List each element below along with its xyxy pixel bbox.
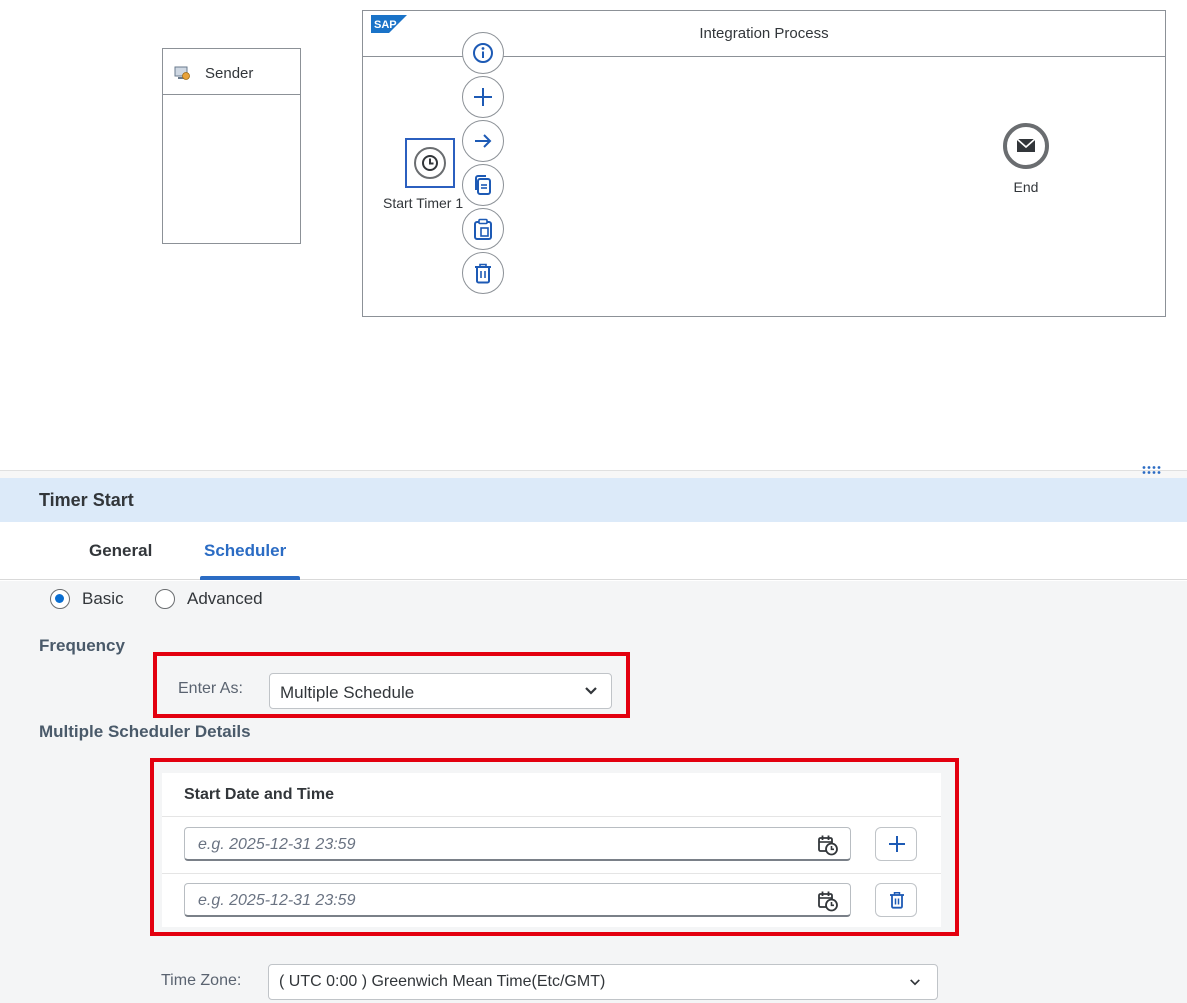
end-event[interactable] [1003, 123, 1049, 169]
connect-button[interactable] [462, 120, 504, 162]
start-timer-event[interactable] [405, 138, 455, 188]
date-placeholder: e.g. 2025-12-31 23:59 [198, 836, 356, 853]
paste-button[interactable] [462, 208, 504, 250]
frequency-heading: Frequency [39, 636, 125, 655]
enter-as-label: Enter As: [178, 680, 243, 697]
property-panel-header: Timer Start [0, 478, 1187, 522]
enter-as-value: Multiple Schedule [280, 683, 415, 702]
info-icon [473, 43, 493, 63]
tab-bar: General Scheduler [0, 522, 1187, 580]
panel-title: Timer Start [39, 490, 134, 510]
add-flow-step-button[interactable] [462, 76, 504, 118]
radio-advanced-label[interactable]: Advanced [187, 589, 263, 609]
calendar-clock-icon[interactable] [817, 834, 839, 856]
start-date-input-1[interactable]: e.g. 2025-12-31 23:59 [184, 827, 851, 861]
end-event-label: End [1013, 179, 1039, 195]
delete-button[interactable] [462, 252, 504, 294]
delete-icon [475, 263, 491, 284]
radio-advanced[interactable] [155, 589, 175, 609]
row-divider [162, 873, 941, 874]
schedule-table: Start Date and Time e.g. 2025-12-31 23:5… [162, 773, 941, 927]
timer-event-circle [414, 147, 446, 179]
sender-header: Sender [163, 49, 300, 95]
resize-grip-icon[interactable] [1141, 465, 1163, 475]
chevron-down-icon [585, 687, 597, 695]
tab-general[interactable]: General [89, 541, 152, 561]
arrow-right-icon [475, 134, 492, 148]
calendar-clock-icon[interactable] [817, 890, 839, 912]
active-tab-indicator [200, 576, 300, 580]
clock-icon [422, 155, 438, 171]
start-timer-label: Start Timer 1 [383, 195, 464, 211]
info-button[interactable] [462, 32, 504, 74]
table-header: Start Date and Time [162, 773, 941, 817]
integration-canvas[interactable]: Sender SAP Integration Process Start Tim… [0, 0, 1187, 470]
system-icon [174, 66, 190, 80]
time-zone-label: Time Zone: [161, 972, 242, 989]
tab-scheduler[interactable]: Scheduler [204, 541, 286, 561]
add-row-button[interactable] [875, 827, 917, 861]
enter-as-select[interactable]: Multiple Schedule [269, 673, 612, 709]
chevron-down-icon [910, 979, 920, 986]
sender-participant[interactable]: Sender [162, 48, 301, 244]
add-icon [889, 836, 905, 852]
date-placeholder: e.g. 2025-12-31 23:59 [198, 892, 356, 909]
delete-icon [890, 892, 904, 909]
column-start-date-time: Start Date and Time [184, 786, 334, 803]
copy-button[interactable] [462, 164, 504, 206]
panel-splitter[interactable] [0, 470, 1187, 478]
radio-basic-label[interactable]: Basic [82, 589, 124, 609]
time-zone-value: ( UTC 0:00 ) Greenwich Mean Time(Etc/GMT… [279, 973, 606, 990]
delete-row-button[interactable] [875, 883, 917, 917]
radio-basic[interactable] [50, 589, 70, 609]
add-icon [474, 88, 492, 106]
sender-label: Sender [205, 65, 254, 82]
paste-icon [474, 218, 492, 240]
envelope-icon [1016, 138, 1036, 152]
start-date-input-2[interactable]: e.g. 2025-12-31 23:59 [184, 883, 851, 917]
multiple-scheduler-heading: Multiple Scheduler Details [39, 722, 251, 741]
time-zone-select[interactable]: ( UTC 0:00 ) Greenwich Mean Time(Etc/GMT… [268, 964, 938, 1000]
copy-icon [475, 175, 491, 195]
